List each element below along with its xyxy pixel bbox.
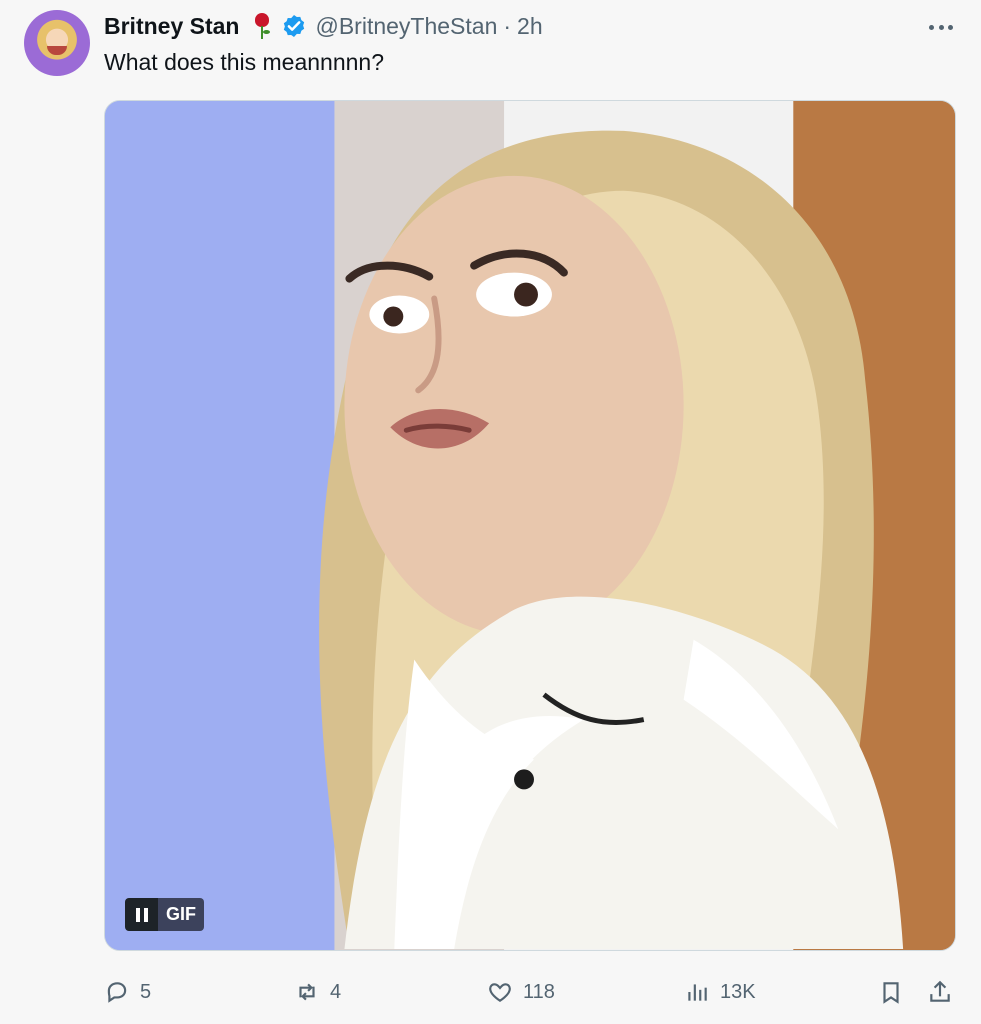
retweet-button[interactable]: 4 — [294, 973, 341, 1011]
tweet-header: Britney Stan @BritneyTheStan · 2h — [104, 12, 543, 40]
bookmark-icon — [883, 982, 899, 1004]
gif-label: GIF — [158, 898, 204, 931]
post-time[interactable]: 2h — [517, 12, 543, 40]
views-count: 13K — [720, 980, 756, 1003]
bookmark-button[interactable] — [878, 973, 904, 1011]
gif-frame-image — [105, 101, 955, 950]
views-button[interactable]: 13K — [684, 973, 756, 1011]
gif-controls: GIF — [125, 898, 204, 931]
tweet-text: What does this meannnnn? — [104, 49, 385, 75]
tweet-actions: 5 4 118 13K — [104, 973, 956, 1013]
reply-button[interactable]: 5 — [104, 973, 151, 1011]
meta-separator: · — [503, 13, 512, 39]
display-name[interactable]: Britney Stan — [104, 12, 239, 40]
verified-badge-icon — [284, 14, 305, 38]
reply-icon — [107, 982, 127, 1003]
more-options-icon[interactable] — [927, 13, 955, 41]
rose-icon — [251, 12, 273, 40]
analytics-icon — [688, 984, 707, 1001]
retweet-icon — [299, 983, 315, 1001]
reply-count: 5 — [140, 980, 152, 1003]
like-button[interactable]: 118 — [487, 973, 555, 1011]
user-handle[interactable]: @BritneyTheStan — [315, 12, 497, 40]
retweet-count: 4 — [330, 980, 342, 1003]
gif-media[interactable]: GIF — [104, 100, 956, 951]
heart-icon — [489, 983, 511, 1002]
avatar[interactable] — [24, 10, 90, 76]
like-count: 118 — [523, 980, 555, 1003]
pause-icon[interactable] — [125, 898, 158, 931]
share-icon — [930, 980, 950, 1002]
tweet-card: Britney Stan @BritneyTheStan · 2h What d… — [0, 0, 981, 1024]
share-button[interactable] — [927, 973, 953, 1011]
